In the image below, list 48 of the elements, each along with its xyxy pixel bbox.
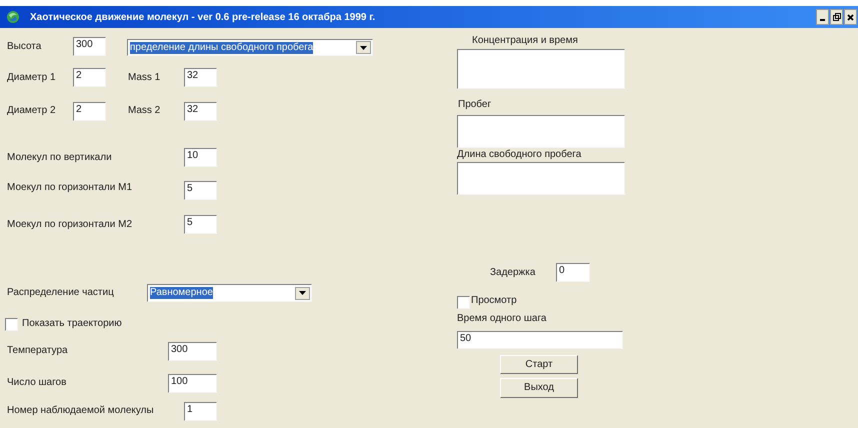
input-field[interactable]: 300	[73, 37, 106, 56]
checkbox[interactable]	[457, 296, 470, 309]
field-label: Длина свободного пробега	[457, 149, 582, 161]
field-label: Моекул по горизонтали M1	[7, 182, 132, 194]
close-button[interactable]	[844, 9, 857, 25]
field-label: Концентрация и время	[472, 35, 578, 47]
input-field[interactable]: 5	[184, 181, 217, 200]
field-label: Диаметр 2	[7, 105, 56, 117]
restore-button[interactable]	[830, 9, 843, 25]
field-label: Температура	[7, 345, 68, 357]
dropdown[interactable]: пределение длины свободного пробега	[127, 39, 373, 56]
field-label: Молекул по вертикали	[7, 152, 112, 164]
field-label: Mass 2	[128, 105, 160, 117]
dropdown-arrow-icon	[299, 291, 306, 295]
input-field[interactable]: 50	[457, 331, 623, 349]
field-label: Mass 1	[128, 72, 160, 84]
close-icon	[847, 14, 854, 20]
input-field[interactable]: 300	[168, 342, 217, 361]
field-label: Диаметр 1	[7, 72, 56, 84]
field-label: Распределение частиц	[7, 287, 114, 299]
field-label: Просмотр	[471, 295, 517, 307]
field-label: Число шагов	[7, 377, 66, 389]
input-field[interactable]: 32	[184, 102, 217, 121]
input-field[interactable]: 0	[556, 263, 590, 282]
input-field[interactable]: 2	[73, 102, 106, 121]
field-label: Задержка	[490, 267, 536, 279]
dropdown-arrow-icon	[360, 46, 367, 50]
input-field[interactable]: 5	[184, 215, 217, 234]
input-field[interactable]: 100	[168, 374, 217, 393]
push-button[interactable]: Выход	[500, 378, 578, 398]
input-field[interactable]: 1	[184, 402, 217, 421]
field-label: Высота	[7, 41, 42, 53]
input-field[interactable]: 32	[184, 68, 217, 87]
input-field[interactable]: 2	[73, 68, 106, 87]
minimize-icon	[820, 19, 825, 21]
field-label: Время одного шага	[457, 313, 546, 325]
window-title: Хаотическое движение молекул - ver 0.6 pre-release 16 октабра 1999 г.	[30, 10, 376, 24]
input-field[interactable]: 10	[184, 148, 217, 167]
field-label: Пробег	[458, 99, 492, 111]
checkbox[interactable]	[5, 318, 18, 331]
field-label: Моекул по горизонтали M2	[7, 219, 132, 231]
dropdown[interactable]: Равномерное	[147, 284, 312, 302]
field-label: Показать траекторию	[22, 318, 122, 330]
app-icon	[6, 10, 20, 24]
field-label: Номер наблюдаемой молекулы	[7, 405, 154, 417]
minimize-button[interactable]	[816, 9, 829, 25]
restore-icon	[832, 13, 840, 21]
push-button[interactable]: Старт	[500, 355, 578, 374]
